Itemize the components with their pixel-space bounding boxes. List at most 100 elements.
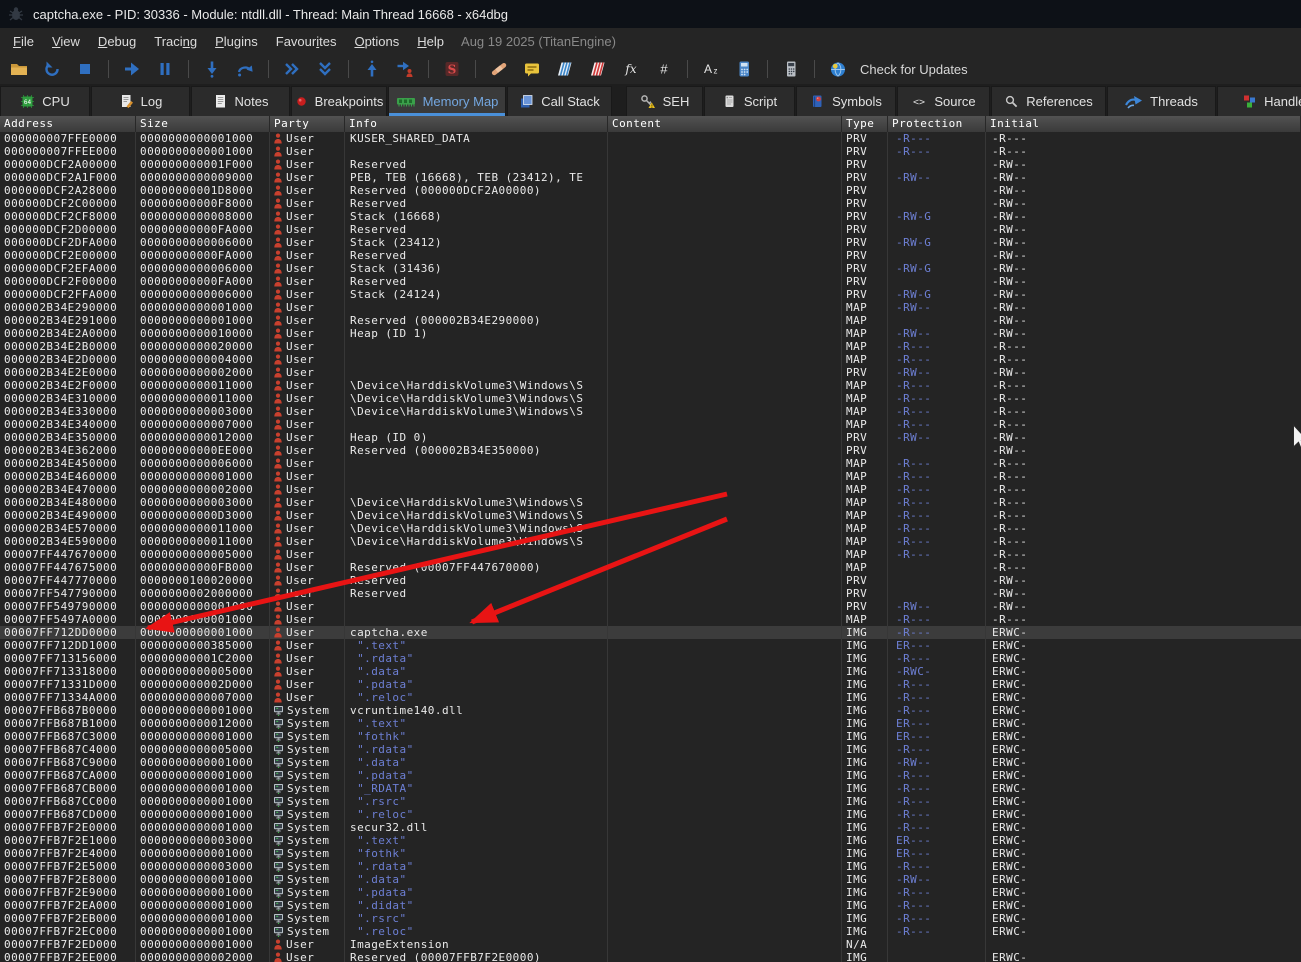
memory-row[interactable]: 00007FFB7F2ED0000000000000001000UserImag…	[0, 938, 1301, 951]
memory-row[interactable]: 00007FFB7F2E80000000000000001000System "…	[0, 873, 1301, 886]
menu-debug[interactable]: Debug	[89, 30, 145, 53]
memory-row[interactable]: 000000DCF2DFA0000000000000006000UserStac…	[0, 236, 1301, 249]
calculator-button[interactable]	[778, 57, 804, 81]
tab-handles[interactable]: Handles	[1217, 86, 1301, 116]
memory-row[interactable]: 000002B34E2A00000000000000010000UserHeap…	[0, 327, 1301, 340]
memory-row[interactable]: 000000DCF2D0000000000000000FA000UserRese…	[0, 223, 1301, 236]
labels-button[interactable]	[552, 57, 578, 81]
memory-row-selected[interactable]: 00007FF712DD00000000000000001000Usercapt…	[0, 626, 1301, 639]
trace-over-button[interactable]	[312, 57, 338, 81]
memory-row[interactable]: 000002B34E4600000000000000001000UserMAP-…	[0, 470, 1301, 483]
tab-notes[interactable]: Notes	[191, 86, 290, 116]
memory-row[interactable]: 00007FFB7F2E90000000000000001000System "…	[0, 886, 1301, 899]
memory-row[interactable]: 000002B34E2B00000000000000020000UserMAP-…	[0, 340, 1301, 353]
memory-row[interactable]: 00007FFB687CB0000000000000001000System "…	[0, 782, 1301, 795]
memory-row[interactable]: 000002B34E4800000000000000003000User\Dev…	[0, 496, 1301, 509]
memory-row[interactable]: 00007FF4476700000000000000005000UserMAP-…	[0, 548, 1301, 561]
menu-plugins[interactable]: Plugins	[206, 30, 267, 53]
memory-row[interactable]: 000002B34E5700000000000000011000User\Dev…	[0, 522, 1301, 535]
open-file-button[interactable]	[6, 57, 32, 81]
memory-row[interactable]: 000002B34E3100000000000000011000User\Dev…	[0, 392, 1301, 405]
tab-script[interactable]: Script	[704, 86, 795, 116]
memory-row[interactable]: 000002B34E3400000000000000007000UserMAP-…	[0, 418, 1301, 431]
column-header-address[interactable]: Address	[0, 116, 136, 132]
memory-row[interactable]: 00007FFB7F2E00000000000000001000Systemse…	[0, 821, 1301, 834]
fonts-button[interactable]: Az	[698, 57, 724, 81]
memory-row[interactable]: 00007FF5497A00000000000000001000UserMAP-…	[0, 613, 1301, 626]
memory-row[interactable]: 00007FF71315600000000000001C2000User ".r…	[0, 652, 1301, 665]
memory-row[interactable]: 00007FFB7F2E40000000000000001000System "…	[0, 847, 1301, 860]
tab-memory-map[interactable]: Memory Map	[388, 86, 506, 116]
memory-row[interactable]: 000000007FFE00000000000000001000UserKUSE…	[0, 132, 1301, 145]
memory-row[interactable]: 000000DCF2C0000000000000000F8000UserRese…	[0, 197, 1301, 210]
column-header-party[interactable]: Party	[270, 116, 345, 132]
functions-button[interactable]: fx	[618, 57, 644, 81]
comments-button[interactable]	[519, 57, 545, 81]
memory-row[interactable]: 00007FFB7F2E10000000000000003000System "…	[0, 834, 1301, 847]
tab-seh[interactable]: SEH	[626, 86, 703, 116]
memory-row[interactable]: 000000DCF2F0000000000000000FA000UserRese…	[0, 275, 1301, 288]
column-header-initial[interactable]: Initial	[986, 116, 1301, 132]
memory-row[interactable]: 000000DCF2E0000000000000000FA000UserRese…	[0, 249, 1301, 262]
log-window-button[interactable]: S	[439, 57, 465, 81]
memory-row[interactable]: 000000DCF2EFA0000000000000006000UserStac…	[0, 262, 1301, 275]
menu-help[interactable]: Help	[408, 30, 453, 53]
menu-options[interactable]: Options	[345, 30, 408, 53]
memory-row[interactable]: 00007FFB687CD0000000000000001000System "…	[0, 808, 1301, 821]
memory-row[interactable]: 000002B34E4700000000000000002000UserMAP-…	[0, 483, 1301, 496]
memory-row[interactable]: 00007FFB687CC0000000000000001000System "…	[0, 795, 1301, 808]
menu-favourites[interactable]: Favourites	[267, 30, 346, 53]
column-header-info[interactable]: Info	[345, 116, 608, 132]
preferences-button[interactable]	[731, 57, 757, 81]
tab-cpu[interactable]: 64CPU	[0, 86, 90, 116]
memory-row[interactable]: 000000DCF2A00000000000000001F000UserRese…	[0, 158, 1301, 171]
memory-row[interactable]: 00007FFB7F2EA0000000000000001000System "…	[0, 899, 1301, 912]
menu-view[interactable]: View	[43, 30, 89, 53]
memory-row[interactable]: 000002B34E4500000000000000006000UserMAP-…	[0, 457, 1301, 470]
memory-row[interactable]: 00007FF5497900000000000000001000UserPRV-…	[0, 600, 1301, 613]
memory-row[interactable]: 000002B34E2F00000000000000011000User\Dev…	[0, 379, 1301, 392]
column-header-type[interactable]: Type	[842, 116, 888, 132]
memory-row[interactable]: 000002B34E2D00000000000000004000UserMAP-…	[0, 353, 1301, 366]
memory-row[interactable]: 00007FFB7F2EC0000000000000001000System "…	[0, 925, 1301, 938]
memory-row[interactable]: 00007FFB687C90000000000000001000System "…	[0, 756, 1301, 769]
execute-till-return-button[interactable]	[359, 57, 385, 81]
bookmarks-button[interactable]	[585, 57, 611, 81]
ordinals-button[interactable]: #	[651, 57, 677, 81]
run-button[interactable]	[119, 57, 145, 81]
memory-row[interactable]: 00007FF5477900000000000002000000UserRese…	[0, 587, 1301, 600]
memory-row[interactable]: 000002B34E3300000000000000003000User\Dev…	[0, 405, 1301, 418]
memory-row[interactable]: 000002B34E3500000000000000012000UserHeap…	[0, 431, 1301, 444]
memory-row[interactable]: 000000DCF2CF80000000000000008000UserStac…	[0, 210, 1301, 223]
check-for-updates-button[interactable]	[825, 57, 851, 81]
menu-tracing[interactable]: Tracing	[145, 30, 206, 53]
memory-row[interactable]: 00007FFB7F2EE0000000000000002000UserRese…	[0, 951, 1301, 962]
trace-into-button[interactable]	[279, 57, 305, 81]
memory-row[interactable]: 000000DCF2A2800000000000001D8000UserRese…	[0, 184, 1301, 197]
memory-row[interactable]: 000000DCF2A1F0000000000000009000UserPEB,…	[0, 171, 1301, 184]
tab-symbols[interactable]: Symbols	[796, 86, 896, 116]
memory-row[interactable]: 000002B34E5900000000000000011000User\Dev…	[0, 535, 1301, 548]
memory-row[interactable]: 000002B34E2900000000000000001000UserMAP-…	[0, 301, 1301, 314]
memory-row[interactable]: 00007FFB687B10000000000000012000System "…	[0, 717, 1301, 730]
column-header-content[interactable]: Content	[608, 116, 842, 132]
step-into-button[interactable]	[199, 57, 225, 81]
memory-row[interactable]: 00007FFB7F2EB0000000000000001000System "…	[0, 912, 1301, 925]
memory-row[interactable]: 00007FFB687C40000000000000005000System "…	[0, 743, 1301, 756]
tab-source[interactable]: <>Source	[897, 86, 990, 116]
memory-row[interactable]: 000002B34E2E00000000000000002000UserPRV-…	[0, 366, 1301, 379]
tab-threads[interactable]: Threads	[1107, 86, 1216, 116]
memory-row[interactable]: 00007FFB7F2E50000000000000003000System "…	[0, 860, 1301, 873]
memory-row[interactable]: 000002B34E36200000000000000EE000UserRese…	[0, 444, 1301, 457]
memory-row[interactable]: 00007FF7133180000000000000005000User ".d…	[0, 665, 1301, 678]
memory-row[interactable]: 000000007FFEE0000000000000001000UserPRV-…	[0, 145, 1301, 158]
memory-row[interactable]: 000002B34E2910000000000000001000UserRese…	[0, 314, 1301, 327]
check-for-updates-label[interactable]: Check for Updates	[860, 62, 968, 77]
column-header-protection[interactable]: Protection	[888, 116, 986, 132]
step-over-button[interactable]	[232, 57, 258, 81]
patches-button[interactable]	[486, 57, 512, 81]
restart-button[interactable]	[39, 57, 65, 81]
memory-row[interactable]: 00007FF712DD10000000000000385000User ".t…	[0, 639, 1301, 652]
memory-row[interactable]: 00007FF4477700000000000100020000UserRese…	[0, 574, 1301, 587]
memory-row[interactable]: 000000DCF2FFA0000000000000006000UserStac…	[0, 288, 1301, 301]
